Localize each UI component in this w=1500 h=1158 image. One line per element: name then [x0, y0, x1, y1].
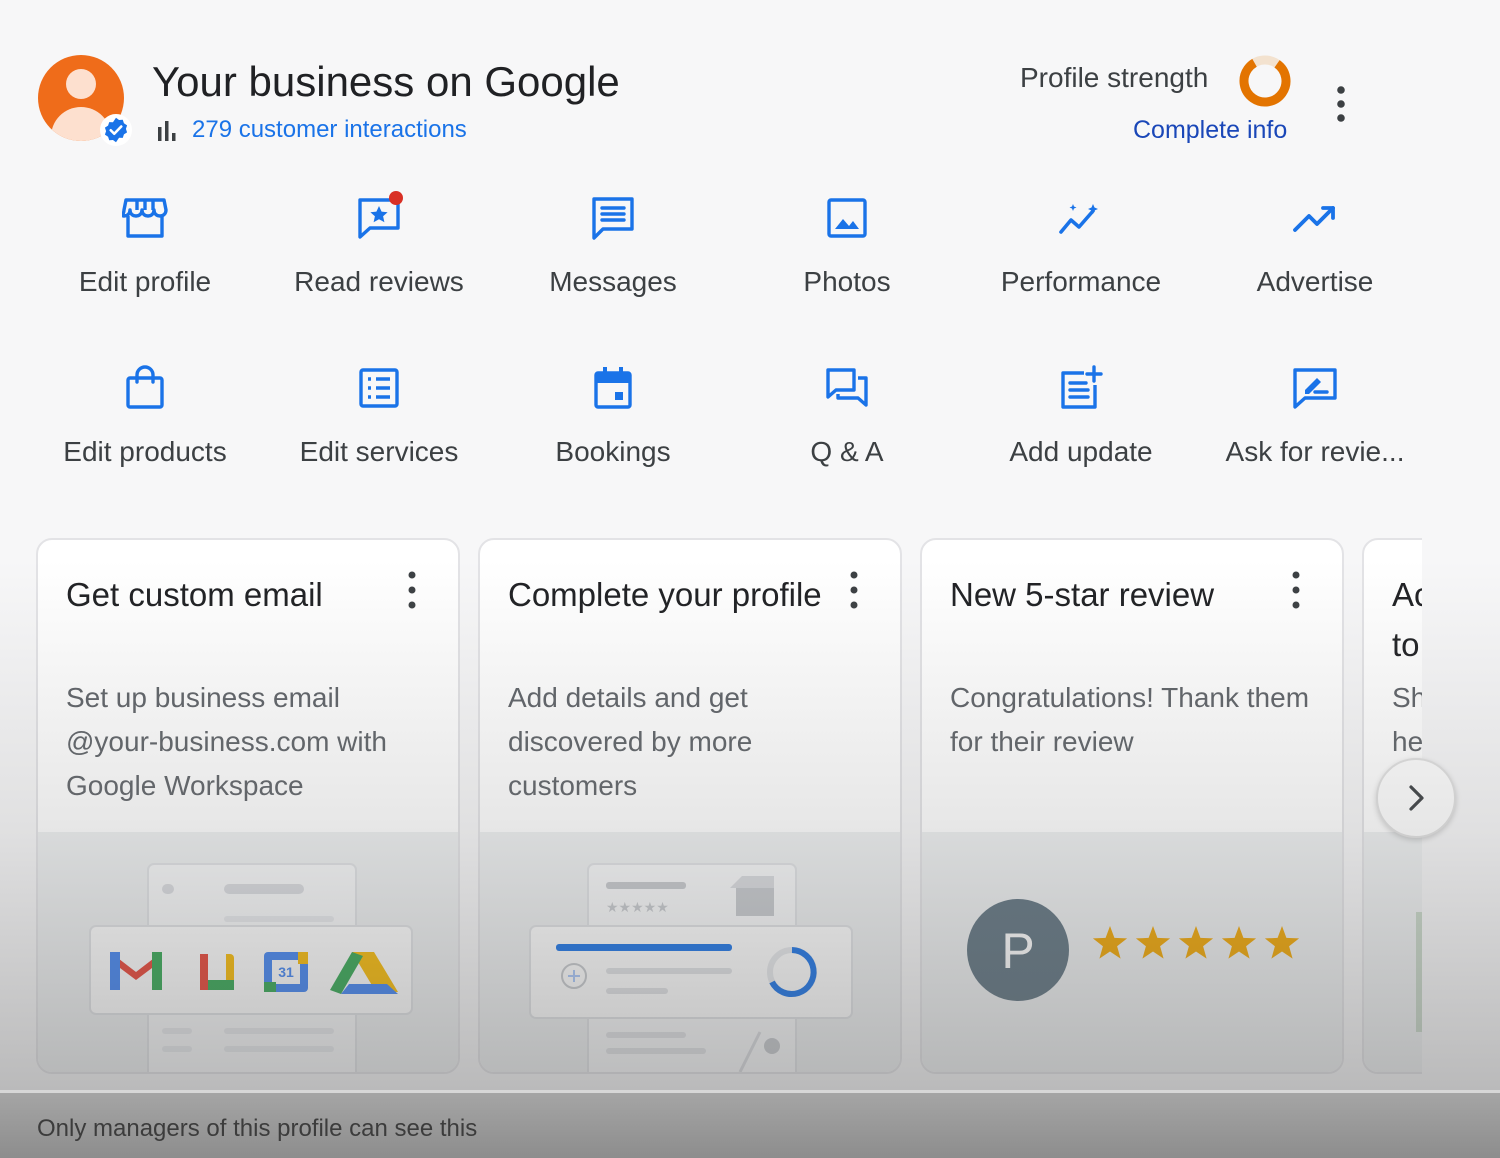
action-ask-for-review[interactable]: Ask for revie... [1198, 350, 1432, 520]
star-review-icon [355, 191, 403, 242]
card-more-options-icon[interactable] [842, 570, 866, 610]
card-custom-email[interactable]: Get custom email Set up business email @… [36, 538, 460, 1074]
card-description: Congratulations! Thank them for their re… [950, 682, 1310, 757]
five-star-rating [1092, 926, 1300, 959]
carousel-next-button[interactable] [1376, 758, 1456, 838]
notification-dot [389, 191, 403, 205]
reviewer-avatar: P [967, 899, 1069, 1001]
suggestion-cards-carousel: Get custom email Set up business email @… [36, 538, 1422, 1074]
star-icon [1221, 926, 1257, 959]
star-icon [1092, 926, 1128, 959]
svg-text:31: 31 [278, 964, 294, 980]
action-label: Edit services [299, 436, 459, 467]
action-edit-services[interactable]: Edit services [262, 350, 496, 520]
profile-strength-ring-icon [1239, 55, 1291, 107]
card-illustration [1364, 832, 1422, 1072]
more-options-icon[interactable] [1326, 82, 1356, 126]
rate-review-icon [1291, 364, 1339, 412]
svg-text:★★★★★: ★★★★★ [606, 900, 669, 916]
action-advertise[interactable]: Advertise [1198, 180, 1432, 350]
managers-only-footer: Only managers of this profile can see th… [0, 1090, 1500, 1158]
performance-icon [1057, 194, 1105, 242]
action-label: Advertise [1256, 266, 1374, 297]
star-icon [1264, 926, 1300, 959]
profile-illustration: ★★★★★ [480, 832, 900, 1072]
bar-chart-icon [158, 121, 176, 141]
chevron-right-icon [1409, 785, 1424, 811]
storefront-icon [121, 194, 169, 242]
list-icon [355, 364, 403, 412]
action-bookings[interactable]: Bookings [496, 350, 730, 520]
meet-icon [200, 954, 234, 990]
complete-info-link[interactable]: Complete info [1133, 116, 1287, 145]
action-label: Performance [1000, 266, 1162, 297]
photo-icon [823, 194, 871, 242]
star-icon [1135, 926, 1171, 959]
action-add-update[interactable]: Add update [964, 350, 1198, 520]
action-edit-profile[interactable]: Edit profile [28, 180, 262, 350]
action-label: Messages [549, 266, 677, 297]
svg-text:P: P [1001, 923, 1034, 979]
star-icon [1178, 926, 1214, 959]
card-title: Get custom email [66, 576, 323, 613]
interactions-text: 279 customer interactions [192, 116, 467, 143]
action-qa[interactable]: Q & A [730, 350, 964, 520]
action-photos[interactable]: Photos [730, 180, 964, 350]
post-add-icon [1057, 364, 1105, 412]
action-performance[interactable]: Performance [964, 180, 1198, 350]
review-illustration: P [922, 832, 1342, 1072]
action-messages[interactable]: Messages [496, 180, 730, 350]
message-icon [589, 194, 637, 242]
trending-up-icon [1291, 194, 1339, 242]
card-description: Add details and get discovered by more c… [508, 682, 753, 801]
action-label: Photos [803, 266, 891, 297]
shopping-bag-icon [121, 364, 169, 412]
customer-interactions-link[interactable]: 279 customer interactions [156, 116, 467, 144]
action-read-reviews[interactable]: Read reviews [262, 180, 496, 350]
card-more-options-icon[interactable] [400, 570, 424, 610]
calendar-app-icon: 31 [264, 952, 308, 992]
action-label: Q & A [810, 436, 884, 467]
action-label: Add update [1009, 436, 1153, 467]
footer-text: Only managers of this profile can see th… [37, 1115, 478, 1142]
card-description: Sh he [1392, 682, 1422, 757]
card-more-options-icon[interactable] [1284, 570, 1308, 610]
card-title: New 5-star review [950, 576, 1215, 613]
action-label: Edit profile [78, 266, 212, 297]
action-label: Read reviews [294, 266, 464, 297]
card-new-review[interactable]: New 5-star review Congratulations! Thank… [920, 538, 1344, 1074]
action-label: Ask for revie... [1225, 436, 1405, 467]
card-title: Complete your profile [508, 576, 822, 613]
card-description: Set up business email @your-business.com… [66, 682, 387, 801]
action-label: Edit products [63, 436, 227, 467]
profile-strength-label: Profile strength [1020, 62, 1209, 93]
avatar-head [66, 69, 96, 99]
action-label: Bookings [555, 436, 671, 467]
page-title: Your business on Google [152, 58, 620, 105]
card-complete-profile[interactable]: Complete your profile Add details and ge… [478, 538, 902, 1074]
action-edit-products[interactable]: Edit products [28, 350, 262, 520]
quick-actions-grid: Edit profile Read reviews Messages Photo… [28, 180, 1428, 520]
verified-badge-icon [100, 114, 132, 146]
card-title: Ac to [1392, 576, 1422, 663]
calendar-icon [589, 364, 637, 412]
workspace-illustration: 31 [38, 832, 458, 1072]
forum-icon [823, 364, 871, 412]
